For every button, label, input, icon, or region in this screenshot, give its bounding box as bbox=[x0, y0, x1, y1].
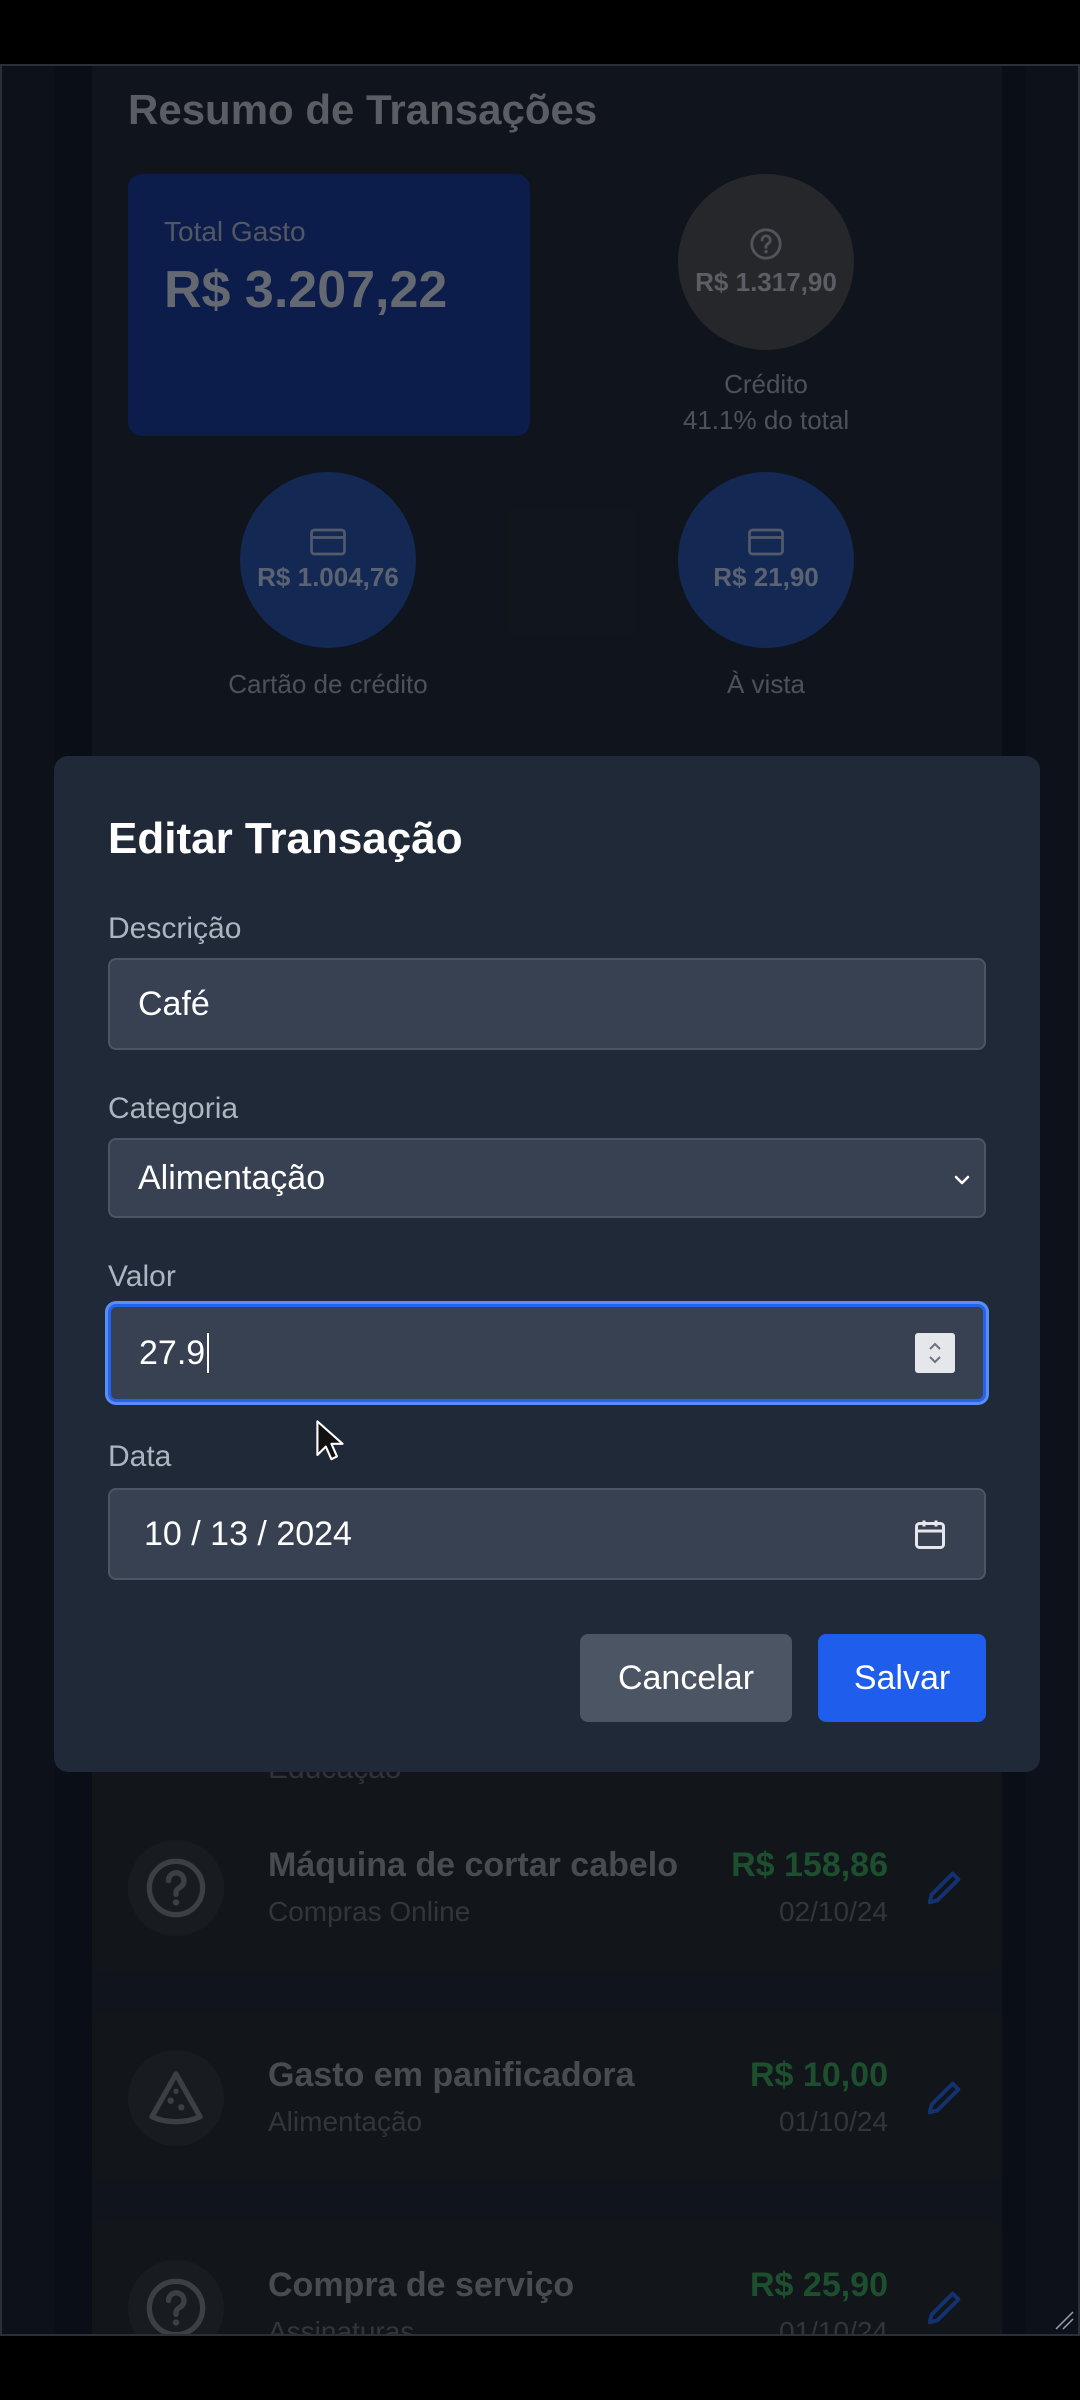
date-value: 10 / 13 / 2024 bbox=[144, 1514, 352, 1553]
save-button[interactable]: Salvar bbox=[818, 1634, 986, 1722]
value-label: Valor bbox=[108, 1260, 176, 1293]
resize-handle-icon[interactable] bbox=[1052, 2308, 1074, 2330]
value-input[interactable]: 27.9 bbox=[108, 1304, 986, 1402]
description-value: Café bbox=[138, 984, 210, 1023]
text-caret bbox=[207, 1333, 210, 1373]
stepper-arrows-icon bbox=[929, 1342, 941, 1364]
edit-transaction-modal: Editar Transação Descrição Café Categori… bbox=[54, 756, 1040, 1772]
mouse-cursor-icon bbox=[316, 1420, 344, 1461]
cancel-button[interactable]: Cancelar bbox=[580, 1634, 792, 1722]
modal-title: Editar Transação bbox=[108, 814, 463, 863]
chevron-down-icon bbox=[954, 1175, 970, 1185]
date-label: Data bbox=[108, 1440, 172, 1473]
value-text: 27.9 bbox=[139, 1333, 206, 1372]
number-stepper[interactable] bbox=[915, 1333, 955, 1373]
category-value: Alimentação bbox=[138, 1158, 326, 1197]
browser-viewport: Resumo de Transações Total Gasto R$ 3.20… bbox=[0, 64, 1080, 2336]
description-input[interactable]: Café bbox=[108, 958, 986, 1050]
category-select[interactable]: Alimentação bbox=[108, 1138, 986, 1218]
category-label: Categoria bbox=[108, 1092, 239, 1125]
date-input[interactable]: 10 / 13 / 2024 bbox=[108, 1488, 986, 1580]
description-label: Descrição bbox=[108, 912, 242, 945]
calendar-icon[interactable] bbox=[912, 1516, 948, 1552]
